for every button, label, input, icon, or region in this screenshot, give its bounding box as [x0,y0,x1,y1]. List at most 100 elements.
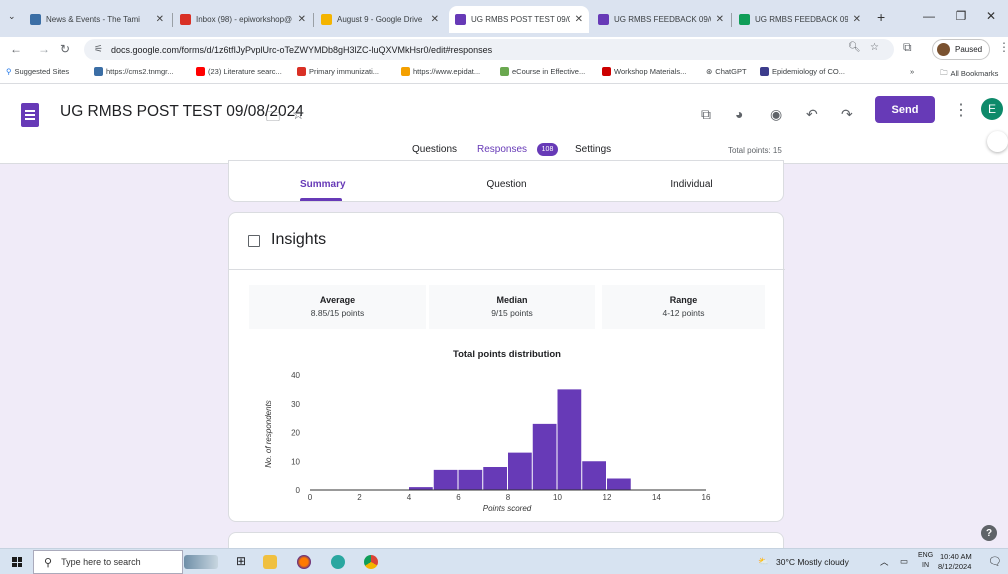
x-axis-label: Points scored [483,504,532,513]
windows-start-icon[interactable] [12,557,22,567]
task-view-icon[interactable]: ⊞ [236,554,250,568]
taskbar-search-input[interactable]: ⚲ Type here to search [33,550,183,574]
send-button[interactable]: Send [875,96,935,123]
browser-tab-news[interactable]: News & Events - The Tami ✕ [24,6,170,33]
zoom-icon[interactable]: 🔍︎ [848,42,861,53]
address-bar[interactable]: ⚟ docs.google.com/forms/d/1z6tfIJyPvplUr… [84,39,894,60]
side-panel-toggle-icon[interactable] [987,131,1008,152]
language-eng[interactable]: ENG [918,552,933,559]
bookmarks-overflow-button[interactable]: » [910,67,914,76]
bookmark-item[interactable]: https://cms2.tnmgr... [94,67,174,76]
profile-button[interactable]: Paused [932,39,990,60]
file-explorer-icon[interactable] [263,555,277,569]
bookmark-item[interactable]: eCourse in Effective... [500,67,585,76]
tab-search-chevron-icon[interactable]: ⌄ [8,11,16,22]
redo-icon[interactable]: ↷ [841,106,853,123]
browser-tab-post-test[interactable]: UG RMBS POST TEST 09/0 ✕ [449,6,589,33]
subtab-individual[interactable]: Individual [654,179,729,190]
chrome-icon[interactable] [364,555,378,569]
stat-range: Range 4-12 points [602,285,765,329]
tab-questions[interactable]: Questions [412,144,457,155]
firefox-icon[interactable] [297,555,311,569]
weather-icon[interactable]: ⛅ [758,556,769,567]
bookmark-item[interactable]: ⚲ Suggested Sites [6,67,69,76]
star-icon[interactable]: ☆ [292,106,305,123]
x-tick-label: 14 [652,493,661,502]
close-icon[interactable]: ✕ [156,14,164,25]
bookmark-item[interactable]: Epidemiology of CO... [760,67,845,76]
chart-bar [483,467,507,490]
close-icon[interactable]: ✕ [298,14,306,25]
close-icon[interactable]: ✕ [431,14,439,25]
points-distribution-chart: Total points distribution 0 2 4 6 8 10 12 14 16 0… [264,349,711,513]
browser-tab-drive[interactable]: August 9 - Google Drive ✕ [315,6,445,33]
subtab-summary[interactable]: Summary [300,179,346,190]
new-tab-button[interactable]: + [877,9,885,25]
gmail-icon [180,14,191,25]
google-forms-icon[interactable] [21,103,39,127]
battery-icon[interactable]: ▭ [900,556,908,567]
chart-bar [557,389,582,490]
chatgpt-icon: ⊛ [706,67,713,76]
bookmark-item[interactable]: (23) Literature searc... [196,67,282,76]
weather-text[interactable]: 30°C Mostly cloudy [776,557,849,567]
palette-icon[interactable]: ◕ [735,106,743,122]
bookmark-item[interactable]: https://www.epidat... [401,67,480,76]
close-icon[interactable]: ✕ [716,14,724,25]
browser-menu-icon[interactable]: ⋮ [998,40,1008,54]
help-icon[interactable]: ? [981,525,997,541]
y-tick-label: 20 [291,429,300,438]
preview-eye-icon[interactable]: ◉ [770,106,782,123]
stat-median: Median 9/15 points [429,285,595,329]
back-icon[interactable]: ← [10,42,22,56]
language-in[interactable]: IN [922,562,929,569]
profile-avatar [937,43,950,56]
bookmark-item[interactable]: Primary immunizati... [297,67,379,76]
bookmark-item[interactable]: Workshop Materials... [602,67,686,76]
site-info-icon[interactable]: ⚟ [94,44,103,55]
window-close-icon[interactable]: ✕ [976,9,1006,23]
browser-tab-feedback-form[interactable]: UG RMBS FEEDBACK 09/0 ✕ [592,6,730,33]
addons-icon[interactable]: ⧉ [701,106,711,123]
tab-responses[interactable]: Responses [477,144,527,155]
url-text: docs.google.com/forms/d/1z6tfIJyPvplUrc-… [110,44,493,55]
browser-tab-gmail[interactable]: Inbox (98) - epiworkshop@ ✕ [174,6,312,33]
bookmark-item[interactable]: ⊛ ChatGPT [706,67,747,76]
bookmark-star-icon[interactable]: ☆ [870,42,879,53]
account-avatar[interactable]: E [981,98,1003,120]
subtab-question[interactable]: Question [469,179,544,190]
all-bookmarks-button[interactable]: 🗀 All Bookmarks [940,67,998,80]
y-tick-label: 30 [291,400,300,409]
tray-chevron-icon[interactable]: ︿ [880,556,889,568]
forward-icon[interactable]: → [38,42,50,56]
clock-time[interactable]: 10:40 AM [940,552,972,561]
browser-tab-feedback-sheet[interactable]: UG RMBS FEEDBACK 09/0 ✕ [733,6,867,33]
bars-group [409,389,631,490]
more-options-icon[interactable]: ⋮ [953,100,969,120]
youtube-icon [196,67,205,76]
reload-icon[interactable]: ↻ [60,42,70,56]
clock-date[interactable]: 8/12/2024 [938,562,971,571]
chart-bar [582,461,606,490]
notifications-icon[interactable]: 🗨︎ [988,555,1002,568]
folder-icon[interactable]: 🗀 [266,106,280,130]
response-count-badge: 108 [537,143,558,156]
x-tick-label: 6 [456,493,461,502]
tab-settings[interactable]: Settings [575,144,611,155]
minimize-icon[interactable]: — [914,9,944,23]
browser-toolbar: ← → ↻ ⚟ docs.google.com/forms/d/1z6tfIJy… [0,37,1008,62]
search-highlight-icon[interactable] [184,555,218,569]
x-tick-label: 4 [407,493,412,502]
y-axis-label: No. of respondents [264,400,273,468]
close-icon[interactable]: ✕ [575,14,583,25]
restore-icon[interactable]: ❐ [946,9,976,23]
close-icon[interactable]: ✕ [853,14,861,25]
google-sheets-icon [739,14,750,25]
epidata-icon [401,67,410,76]
chart-bar [508,452,532,490]
app-icon[interactable] [331,555,345,569]
undo-icon[interactable]: ↶ [806,106,818,123]
extensions-icon[interactable]: ⧉ [903,40,912,55]
divider [229,269,785,270]
total-points: Total points: 15 [728,146,782,155]
